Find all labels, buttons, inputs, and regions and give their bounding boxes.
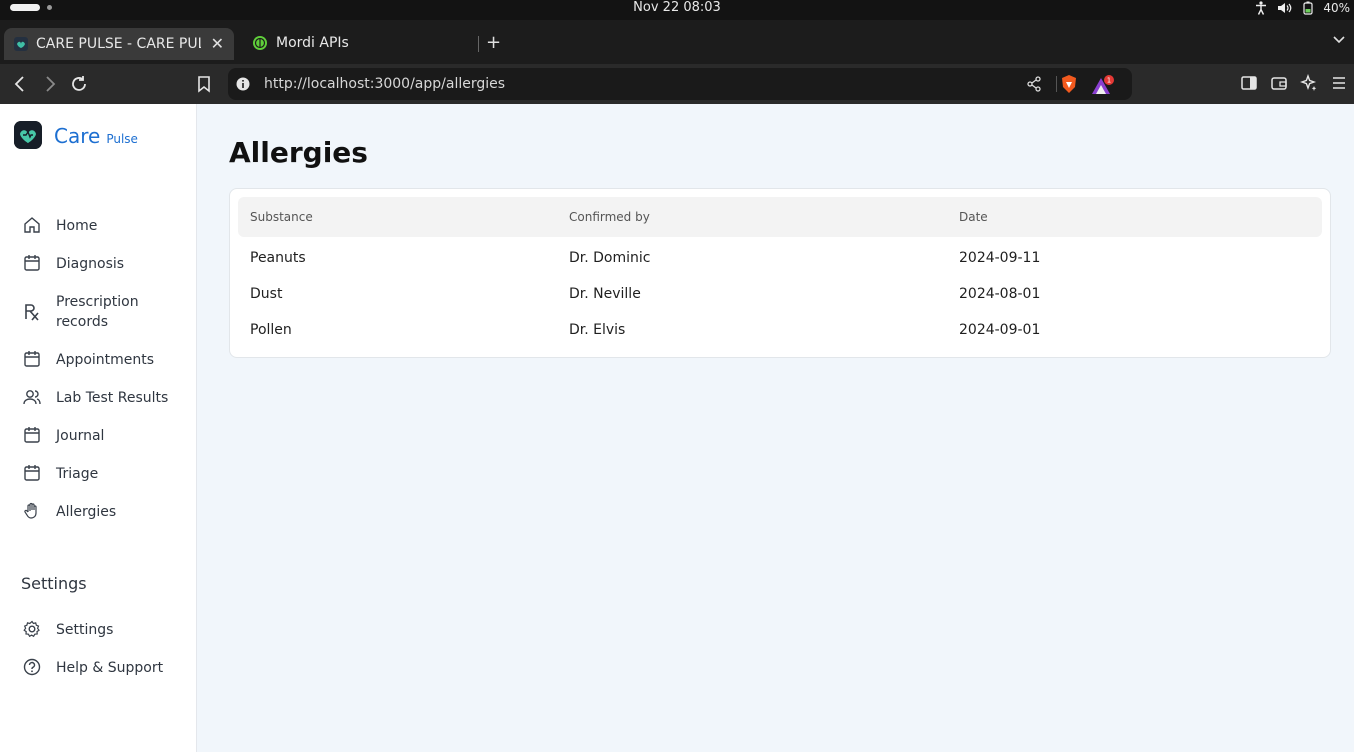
battery-percent: 40%	[1323, 1, 1350, 15]
hand-icon	[24, 502, 37, 519]
brand[interactable]: Care Pulse	[54, 124, 138, 148]
gear-icon	[23, 620, 40, 638]
sidebar-item-label: Prescription records	[56, 294, 139, 330]
new-tab-button[interactable]: +	[486, 32, 501, 53]
browser-tab[interactable]: Mordi APIs	[244, 29, 474, 57]
home-icon	[24, 217, 40, 233]
cell-substance: Dust	[250, 286, 283, 302]
brand-name: Care	[54, 124, 101, 148]
cell-date: 2024-08-01	[959, 286, 1041, 302]
table-row[interactable]: Peanuts Dr. Dominic 2024-09-11	[238, 241, 1322, 277]
url-text[interactable]: http://localhost:3000/app/allergies	[264, 76, 505, 92]
tab-title: Mordi APIs	[276, 35, 349, 51]
help-icon	[23, 658, 41, 676]
calendar-icon	[24, 255, 40, 271]
rx-icon	[25, 304, 39, 321]
sidebar-item-settings[interactable]: Settings	[22, 620, 176, 640]
browser-toolbar: http://localhost:3000/app/allergies 1	[0, 64, 1354, 104]
sidebar-item-label: Lab Test Results	[56, 390, 169, 406]
tab-title: CARE PULSE - CARE PULSE	[36, 36, 201, 52]
sidebar-item-label: Journal	[56, 428, 105, 444]
sidebar-toggle-icon[interactable]	[1240, 74, 1258, 92]
app-sidebar: Care Pulse Home Diagnosis Prescription r…	[0, 104, 197, 752]
care-pulse-favicon-icon	[14, 37, 28, 51]
sidebar-item-triage[interactable]: Triage	[22, 464, 176, 484]
menu-icon[interactable]	[1330, 74, 1348, 92]
table-header: Substance Confirmed by Date	[238, 197, 1322, 237]
cell-date: 2024-09-11	[959, 250, 1041, 266]
cell-confirmed-by: Dr. Neville	[569, 286, 641, 302]
tab-divider	[478, 36, 479, 52]
sidebar-item-label: Home	[56, 218, 98, 234]
tab-list-chevron-down-icon[interactable]	[1332, 34, 1346, 44]
brave-shields-icon[interactable]	[1060, 74, 1078, 94]
os-clock[interactable]: Nov 22 08:03	[0, 0, 1354, 16]
volume-icon	[1278, 3, 1292, 13]
forward-icon[interactable]	[42, 74, 58, 94]
page-title: Allergies	[229, 136, 368, 169]
sidebar-item-appointments[interactable]: Appointments	[22, 350, 176, 370]
globe-favicon-icon	[253, 36, 267, 50]
cell-substance: Peanuts	[250, 250, 306, 266]
calendar-icon	[24, 351, 40, 367]
sidebar-item-label: Allergies	[56, 504, 117, 520]
bookmark-icon[interactable]	[197, 74, 211, 94]
table-row[interactable]: Pollen Dr. Elvis 2024-09-01	[238, 313, 1322, 349]
os-status-area[interactable]: 40%	[1255, 0, 1350, 16]
brave-rewards-icon[interactable]: 1	[1090, 74, 1116, 96]
battery-icon	[1303, 1, 1313, 15]
back-icon[interactable]	[12, 74, 28, 94]
sidebar-item-prescription-records[interactable]: Prescription records	[22, 292, 176, 332]
leo-ai-icon[interactable]	[1300, 74, 1318, 92]
column-header-date: Date	[959, 210, 988, 224]
sidebar-item-lab-test-results[interactable]: Lab Test Results	[22, 388, 196, 408]
browser-tab-active[interactable]: CARE PULSE - CARE PULSE ✕	[4, 28, 234, 60]
sidebar-item-journal[interactable]: Journal	[22, 426, 176, 446]
calendar-icon	[24, 465, 40, 481]
address-bar-divider	[1056, 76, 1057, 92]
care-pulse-logo-icon[interactable]	[14, 121, 42, 149]
sidebar-item-home[interactable]: Home	[22, 216, 176, 236]
sidebar-item-label: Diagnosis	[56, 256, 125, 272]
cell-confirmed-by: Dr. Elvis	[569, 322, 626, 338]
share-icon[interactable]	[1026, 76, 1042, 92]
sidebar-item-help-support[interactable]: Help & Support	[22, 658, 176, 678]
users-icon	[23, 390, 41, 405]
table-row[interactable]: Dust Dr. Neville 2024-08-01	[238, 277, 1322, 313]
tab-close-icon[interactable]: ✕	[211, 34, 224, 53]
rewards-badge: 1	[1107, 77, 1111, 85]
calendar-icon	[24, 427, 40, 443]
sidebar-item-label: Settings	[56, 622, 114, 638]
browser-tab-strip: CARE PULSE - CARE PULSE ✕ Mordi APIs +	[0, 20, 1354, 64]
wallet-icon[interactable]	[1270, 74, 1288, 92]
allergies-table-card: Substance Confirmed by Date Peanuts Dr. …	[229, 188, 1331, 358]
sidebar-item-label: Appointments	[56, 352, 155, 368]
cell-date: 2024-09-01	[959, 322, 1041, 338]
column-header-substance: Substance	[250, 210, 313, 224]
address-bar[interactable]: http://localhost:3000/app/allergies 1	[228, 68, 1132, 100]
sidebar-item-diagnosis[interactable]: Diagnosis	[22, 254, 176, 274]
site-info-icon[interactable]	[236, 77, 250, 91]
sidebar-item-label: Triage	[56, 466, 99, 482]
accessibility-icon	[1256, 1, 1267, 15]
column-header-confirmed-by: Confirmed by	[569, 210, 650, 224]
cell-confirmed-by: Dr. Dominic	[569, 250, 651, 266]
sidebar-item-label: Help & Support	[56, 660, 164, 676]
os-top-bar: Nov 22 08:03 40%	[0, 0, 1354, 20]
reload-icon[interactable]	[70, 74, 88, 94]
cell-substance: Pollen	[250, 322, 292, 338]
brand-sub: Pulse	[106, 132, 138, 146]
sidebar-item-allergies[interactable]: Allergies	[22, 502, 176, 522]
settings-section-heading: Settings	[21, 574, 87, 593]
browser-toolbar-right	[1240, 74, 1354, 92]
